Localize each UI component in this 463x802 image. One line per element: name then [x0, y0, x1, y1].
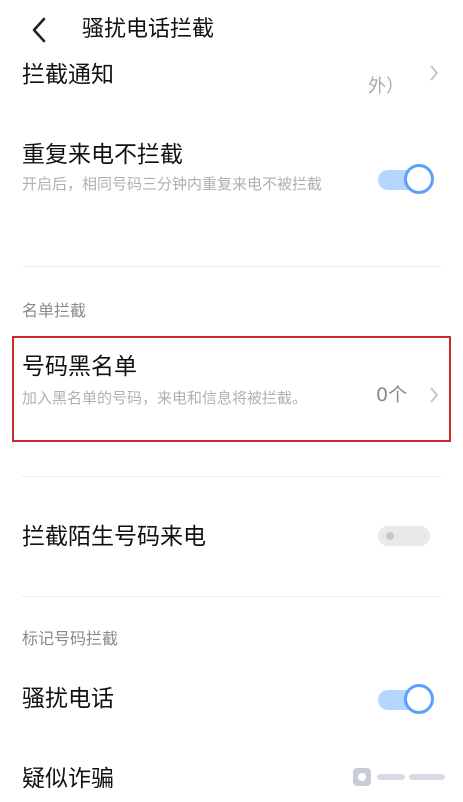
harass-title: 骚扰电话: [22, 686, 114, 712]
stranger-row: 拦截陌生号码来电: [0, 510, 463, 566]
chevron-right-icon: [430, 387, 439, 403]
watermark-logo: [353, 768, 445, 786]
fraud-title: 疑似诈骗: [22, 766, 114, 792]
repeat-call-row: 重复来电不拦截 开启后，相同号码三分钟内重复来电不被拦截: [0, 130, 463, 230]
repeat-call-toggle[interactable]: [376, 164, 434, 194]
notify-title: 拦截通知: [22, 62, 114, 88]
divider: [22, 596, 441, 597]
blacklist-count: 0个: [376, 384, 408, 406]
toggle-knob: [404, 684, 434, 714]
toggle-knob: [386, 532, 394, 540]
harass-row: 骚扰电话: [0, 670, 463, 726]
divider: [22, 476, 441, 477]
blacklist-row[interactable]: 号码黑名单 加入黑名单的号码，来电和信息将被拦截。 0个: [0, 340, 463, 440]
divider: [22, 266, 441, 267]
page-title: 骚扰电话拦截: [82, 17, 215, 42]
repeat-call-title: 重复来电不拦截: [22, 142, 183, 168]
repeat-call-subtitle: 开启后，相同号码三分钟内重复来电不被拦截: [22, 175, 323, 193]
stranger-toggle[interactable]: [376, 520, 434, 550]
harass-toggle[interactable]: [376, 684, 434, 714]
top-bar: 骚扰电话拦截: [0, 0, 463, 62]
chevron-right-icon: [430, 65, 439, 81]
back-arrow-icon[interactable]: [28, 16, 52, 44]
blacklist-title: 号码黑名单: [22, 354, 137, 380]
blacklist-subtitle: 加入黑名单的号码，来电和信息将被拦截。: [22, 389, 308, 407]
notify-value: 外）: [368, 76, 404, 97]
section-label-list: 名单拦截: [22, 301, 87, 320]
toggle-knob: [404, 164, 434, 194]
notify-row[interactable]: 拦截通知 外）: [0, 62, 463, 110]
section-label-mark: 标记号码拦截: [22, 629, 119, 648]
stranger-title: 拦截陌生号码来电: [22, 524, 206, 550]
